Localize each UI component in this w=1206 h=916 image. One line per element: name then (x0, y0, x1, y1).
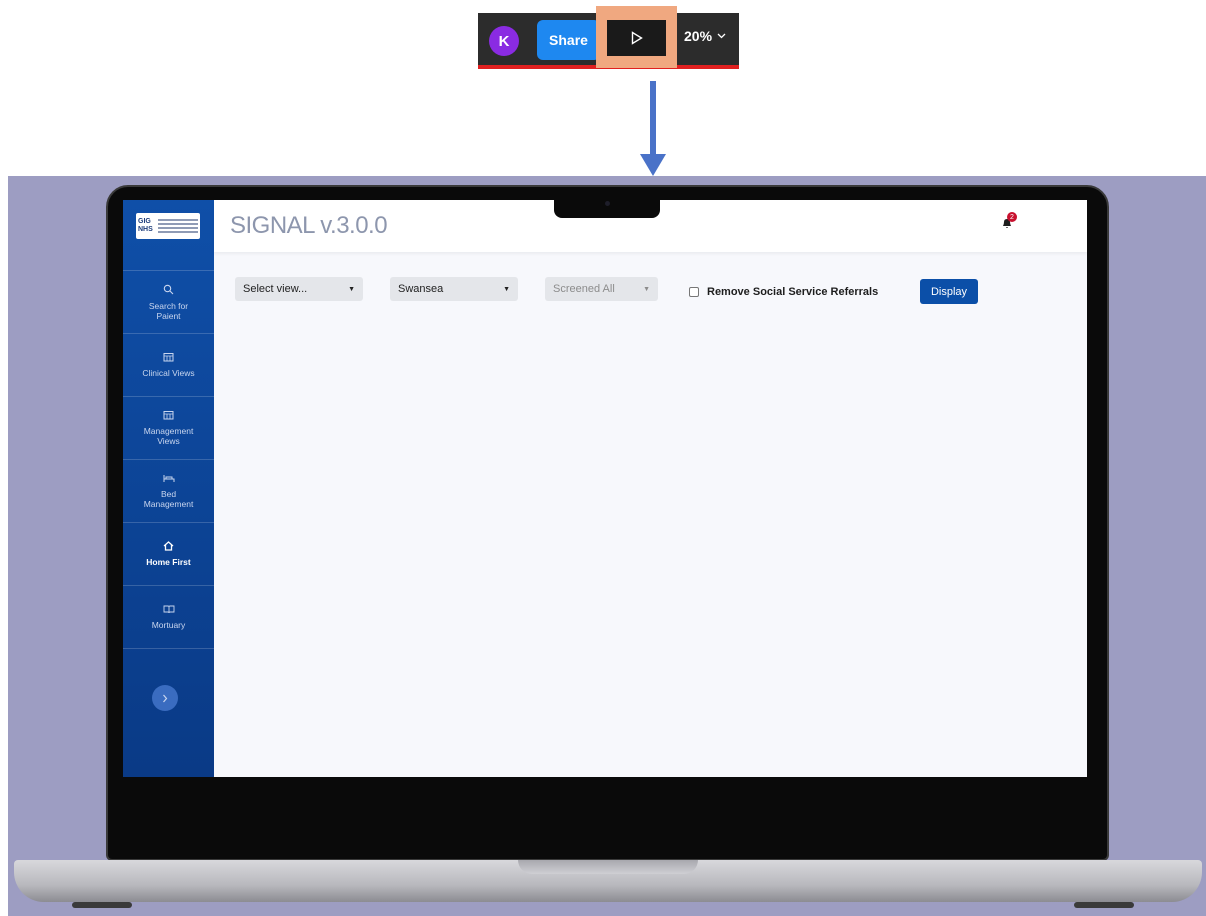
book-icon (163, 605, 175, 617)
sidebar-item-home-first[interactable]: Home First (123, 522, 214, 585)
chevron-right-icon (163, 694, 168, 702)
view-select-value: Select view... (243, 283, 308, 295)
remove-referrals-checkbox[interactable]: Remove Social Service Referrals (689, 286, 878, 298)
screened-select-value: Screened All (553, 283, 615, 295)
nhs-logo: GIG NHS (136, 213, 200, 239)
laptop-opening-notch (518, 860, 698, 874)
zoom-dropdown[interactable]: 20% (684, 28, 726, 44)
stage: K Share 20% GIG NHS Search for Paient Cl… (0, 0, 1206, 916)
caret-down-icon: ▼ (503, 285, 510, 293)
sidebar-item-bed-management[interactable]: Bed Management (123, 459, 214, 522)
view-select[interactable]: Select view... ▼ (235, 277, 363, 301)
sidebar-item-search[interactable]: Search for Paient (123, 270, 214, 333)
sidebar-item-label: Home First (146, 557, 191, 567)
sidebar-divider (123, 648, 214, 649)
share-button[interactable]: Share (537, 20, 600, 60)
app-screen: GIG NHS Search for Paient Clinical Views (123, 200, 1087, 777)
notification-badge: 2 (1007, 212, 1017, 222)
arrow-head (640, 154, 666, 176)
location-select-value: Swansea (398, 283, 444, 295)
camera-lens (605, 201, 610, 206)
sidebar: GIG NHS Search for Paient Clinical Views (123, 200, 214, 777)
laptop-foot-left (72, 902, 132, 908)
present-button[interactable] (607, 20, 666, 56)
logo-mark: GIG NHS (138, 218, 153, 233)
location-select[interactable]: Swansea ▼ (390, 277, 518, 301)
sidebar-expand-button[interactable] (152, 685, 178, 711)
arrow-shaft (650, 81, 656, 158)
sidebar-item-label: Bed Management (143, 488, 194, 509)
play-icon (631, 31, 643, 45)
bed-icon (163, 474, 175, 486)
checkbox-label: Remove Social Service Referrals (707, 286, 879, 298)
sidebar-item-label: Search for Paient (148, 300, 189, 321)
checkbox-box[interactable] (689, 287, 699, 297)
sidebar-item-mortuary[interactable]: Mortuary (123, 585, 214, 648)
calendar-icon (163, 410, 174, 423)
zoom-level: 20% (684, 28, 713, 44)
user-avatar[interactable]: K (489, 26, 519, 56)
display-button[interactable]: Display (920, 279, 978, 304)
app-title: SIGNAL v.3.0.0 (230, 212, 388, 239)
calendar-icon (163, 352, 174, 365)
sidebar-item-clinical-views[interactable]: Clinical Views (123, 333, 214, 396)
search-icon (163, 284, 174, 298)
chevron-down-icon (717, 33, 726, 39)
screened-select[interactable]: Screened All ▼ (545, 277, 658, 301)
caret-down-icon: ▼ (643, 285, 650, 293)
sidebar-item-label: Clinical Views (142, 368, 195, 378)
sidebar-item-management-views[interactable]: Management Views (123, 396, 214, 459)
sidebar-item-label: Management Views (143, 426, 194, 446)
caret-down-icon: ▼ (348, 285, 355, 293)
home-icon (163, 541, 174, 554)
sidebar-item-label: Mortuary (151, 619, 186, 630)
laptop-foot-right (1074, 902, 1134, 908)
